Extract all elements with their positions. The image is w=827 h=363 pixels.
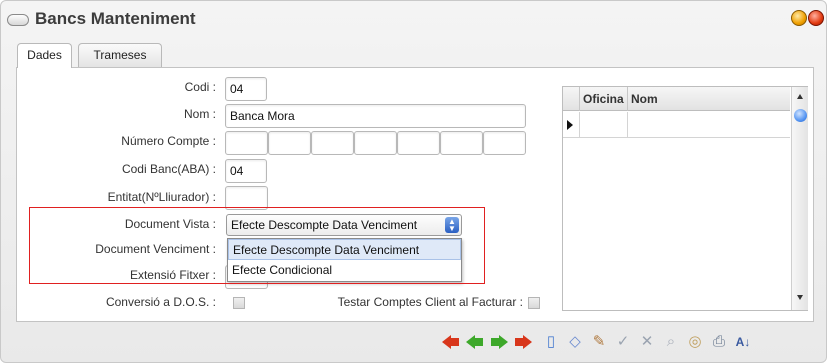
conversio-dos-label: Conversió a D.O.S. : <box>105 295 216 309</box>
numero-compte-label: Número Compte : <box>121 134 216 148</box>
nom-field[interactable]: Banca Mora <box>225 104 526 128</box>
edit-icon[interactable]: ✎ <box>589 331 609 353</box>
dropdown-option[interactable]: Efecte Descompte Data Venciment <box>228 239 461 260</box>
print-icon[interactable]: ⎙ <box>709 331 729 353</box>
codi-label-text: Codi : <box>184 80 216 94</box>
tab-dades[interactable]: Dades <box>17 43 72 68</box>
column-header-nom[interactable]: Nom <box>627 87 790 111</box>
grid-header: Oficina Nom <box>563 87 790 111</box>
bancs-window: Bancs Manteniment Dades Trameses Codi : … <box>0 0 827 363</box>
conversio-dos-checkbox[interactable] <box>233 297 245 309</box>
table-cell[interactable] <box>627 112 790 138</box>
select-stepper-icon[interactable]: ▲ ▼ <box>445 217 459 233</box>
numero-compte-segment-1[interactable] <box>225 131 268 155</box>
codi-banc-field[interactable]: 04 <box>225 159 267 183</box>
numero-compte-segment-7[interactable] <box>483 131 526 155</box>
document-vista-dropdown[interactable]: Efecte Descompte Data Venciment Efecte C… <box>227 238 462 282</box>
codi-field[interactable]: 04 <box>225 77 267 101</box>
table-row[interactable] <box>563 112 790 138</box>
document-vista-selected: Efecte Descompte Data Venciment <box>231 218 418 232</box>
numero-compte-segment-6[interactable] <box>440 131 483 155</box>
codi-banc-label: Codi Banc(ABA) : <box>121 162 216 176</box>
document-venciment-label: Document Venciment : <box>95 242 216 256</box>
search-icon[interactable]: ⌕ <box>661 331 681 353</box>
extensio-fitxer-label: Extensió Fitxer : <box>129 268 216 282</box>
window-pill-icon[interactable] <box>7 14 29 26</box>
last-icon[interactable] <box>513 331 533 353</box>
next-icon[interactable] <box>489 331 509 353</box>
title-bar: Bancs Manteniment <box>1 1 826 35</box>
sort-az-icon[interactable]: A↓ <box>733 331 753 353</box>
document-vista-select[interactable]: Efecte Descompte Data Venciment ▲ ▼ <box>226 214 462 236</box>
testar-comptes-checkbox[interactable] <box>528 297 540 309</box>
previous-icon[interactable] <box>465 331 485 353</box>
scroll-down-icon[interactable] <box>797 295 803 300</box>
first-icon[interactable] <box>441 331 461 353</box>
testar-comptes-label: Testar Comptes Client al Facturar : <box>337 295 523 309</box>
entitat-label: Entitat(NºLliurador) : <box>107 190 216 204</box>
nom-label: Nom : <box>183 107 216 121</box>
entitat-field[interactable] <box>225 186 268 210</box>
cancel-icon[interactable]: ✕ <box>637 331 657 353</box>
numero-compte-segment-2[interactable] <box>268 131 311 155</box>
view-icon[interactable]: ◎ <box>685 331 705 353</box>
dropdown-option[interactable]: Efecte Condicional <box>228 260 461 281</box>
new-document-icon[interactable]: ▯ <box>541 331 561 353</box>
oficines-grid[interactable]: Oficina Nom <box>562 86 808 311</box>
accept-icon[interactable]: ✓ <box>613 331 633 353</box>
window-title: Bancs Manteniment <box>35 9 196 28</box>
row-pointer-icon <box>567 120 573 130</box>
column-header-oficina[interactable]: Oficina <box>579 87 627 111</box>
numero-compte-segment-4[interactable] <box>354 131 397 155</box>
tab-trameses[interactable]: Trameses <box>78 43 162 67</box>
close-button[interactable] <box>808 10 824 26</box>
numero-compte-segment-3[interactable] <box>311 131 354 155</box>
table-cell[interactable] <box>579 112 627 138</box>
minimize-button[interactable] <box>791 10 807 26</box>
toolbar: ▯ ◇ ✎ ✓ ✕ ⌕ ◎ ⎙ A↓ <box>441 331 816 355</box>
vertical-scrollbar[interactable] <box>791 87 808 310</box>
document-vista-label: Document Vista : <box>124 217 216 231</box>
erase-icon[interactable]: ◇ <box>565 331 585 353</box>
scroll-up-icon[interactable] <box>797 94 803 99</box>
scroll-thumb[interactable] <box>794 109 807 122</box>
numero-compte-segment-5[interactable] <box>397 131 440 155</box>
